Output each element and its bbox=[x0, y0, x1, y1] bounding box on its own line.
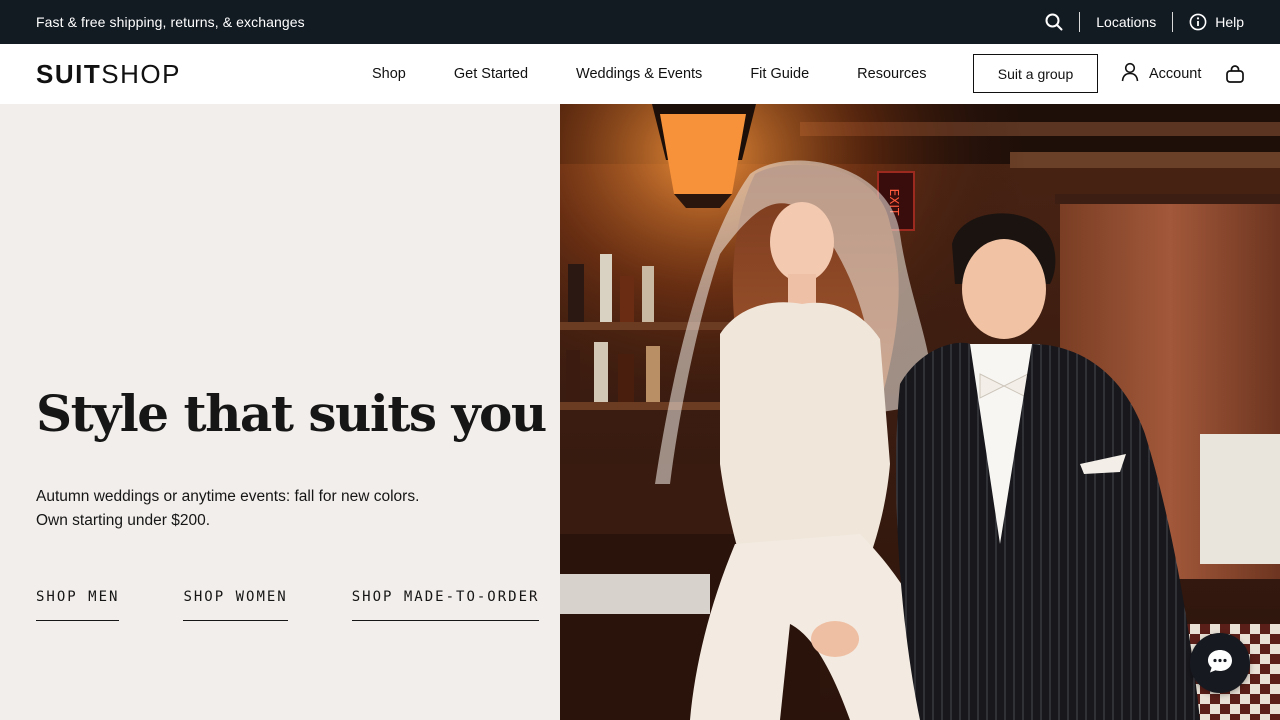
search-icon[interactable] bbox=[1045, 13, 1063, 31]
shop-women-link[interactable]: SHOP WOMEN bbox=[183, 589, 288, 621]
utility-links: Locations Help bbox=[1045, 0, 1244, 44]
divider bbox=[1079, 12, 1081, 32]
shop-made-to-order-link[interactable]: SHOP MADE-TO-ORDER bbox=[351, 589, 540, 621]
logo-bold: SUIT bbox=[36, 59, 102, 89]
hero-cta-links: SHOP MEN SHOP WOMEN SHOP MADE-TO-ORDER bbox=[36, 589, 540, 621]
hero-image: EXIT bbox=[560, 104, 1280, 720]
nav-item-weddings-events[interactable]: Weddings & Events bbox=[576, 66, 702, 82]
user-icon bbox=[1121, 62, 1139, 86]
nav-item-fit-guide[interactable]: Fit Guide bbox=[750, 66, 809, 82]
locations-label: Locations bbox=[1096, 14, 1157, 30]
hero-text-panel: Style that suits you Autumn weddings or … bbox=[0, 104, 560, 720]
announcement-text: Fast & free shipping, returns, & exchang… bbox=[36, 14, 305, 30]
nav-item-shop[interactable]: Shop bbox=[372, 66, 406, 82]
help-link[interactable]: Help bbox=[1189, 13, 1244, 31]
chat-launcher[interactable] bbox=[1190, 633, 1250, 693]
shop-men-link[interactable]: SHOP MEN bbox=[36, 589, 120, 621]
account-link[interactable]: Account bbox=[1121, 44, 1201, 104]
locations-link[interactable]: Locations bbox=[1096, 14, 1156, 30]
suitshop-logo[interactable]: SUIT SHOP bbox=[36, 61, 181, 87]
suit-a-group-button[interactable]: Suit a group bbox=[973, 54, 1098, 93]
account-label: Account bbox=[1149, 66, 1202, 82]
nav-menu: Shop Get Started Weddings & Events Fit G… bbox=[372, 44, 974, 104]
hero-headline: Style that suits you bbox=[36, 384, 547, 443]
nav-item-resources[interactable]: Resources bbox=[857, 66, 926, 82]
hero-subcopy: Autumn weddings or anytime events: fall … bbox=[36, 485, 516, 533]
hero-subcopy-line-2: Own starting under $200. bbox=[36, 512, 211, 529]
main-nav: SUIT SHOP Shop Get Started Weddings & Eve… bbox=[0, 44, 1280, 104]
divider bbox=[1172, 12, 1174, 32]
announcement-bar: Fast & free shipping, returns, & exchang… bbox=[0, 0, 1280, 44]
shopping-bag-icon[interactable] bbox=[1225, 64, 1245, 89]
logo-light: SHOP bbox=[101, 59, 181, 89]
help-label: Help bbox=[1215, 14, 1244, 30]
chat-bubble-icon bbox=[1205, 646, 1235, 681]
nav-item-get-started[interactable]: Get Started bbox=[454, 66, 528, 82]
info-circle-icon bbox=[1189, 13, 1207, 31]
hero-subcopy-line-1: Autumn weddings or anytime events: fall … bbox=[36, 488, 420, 505]
